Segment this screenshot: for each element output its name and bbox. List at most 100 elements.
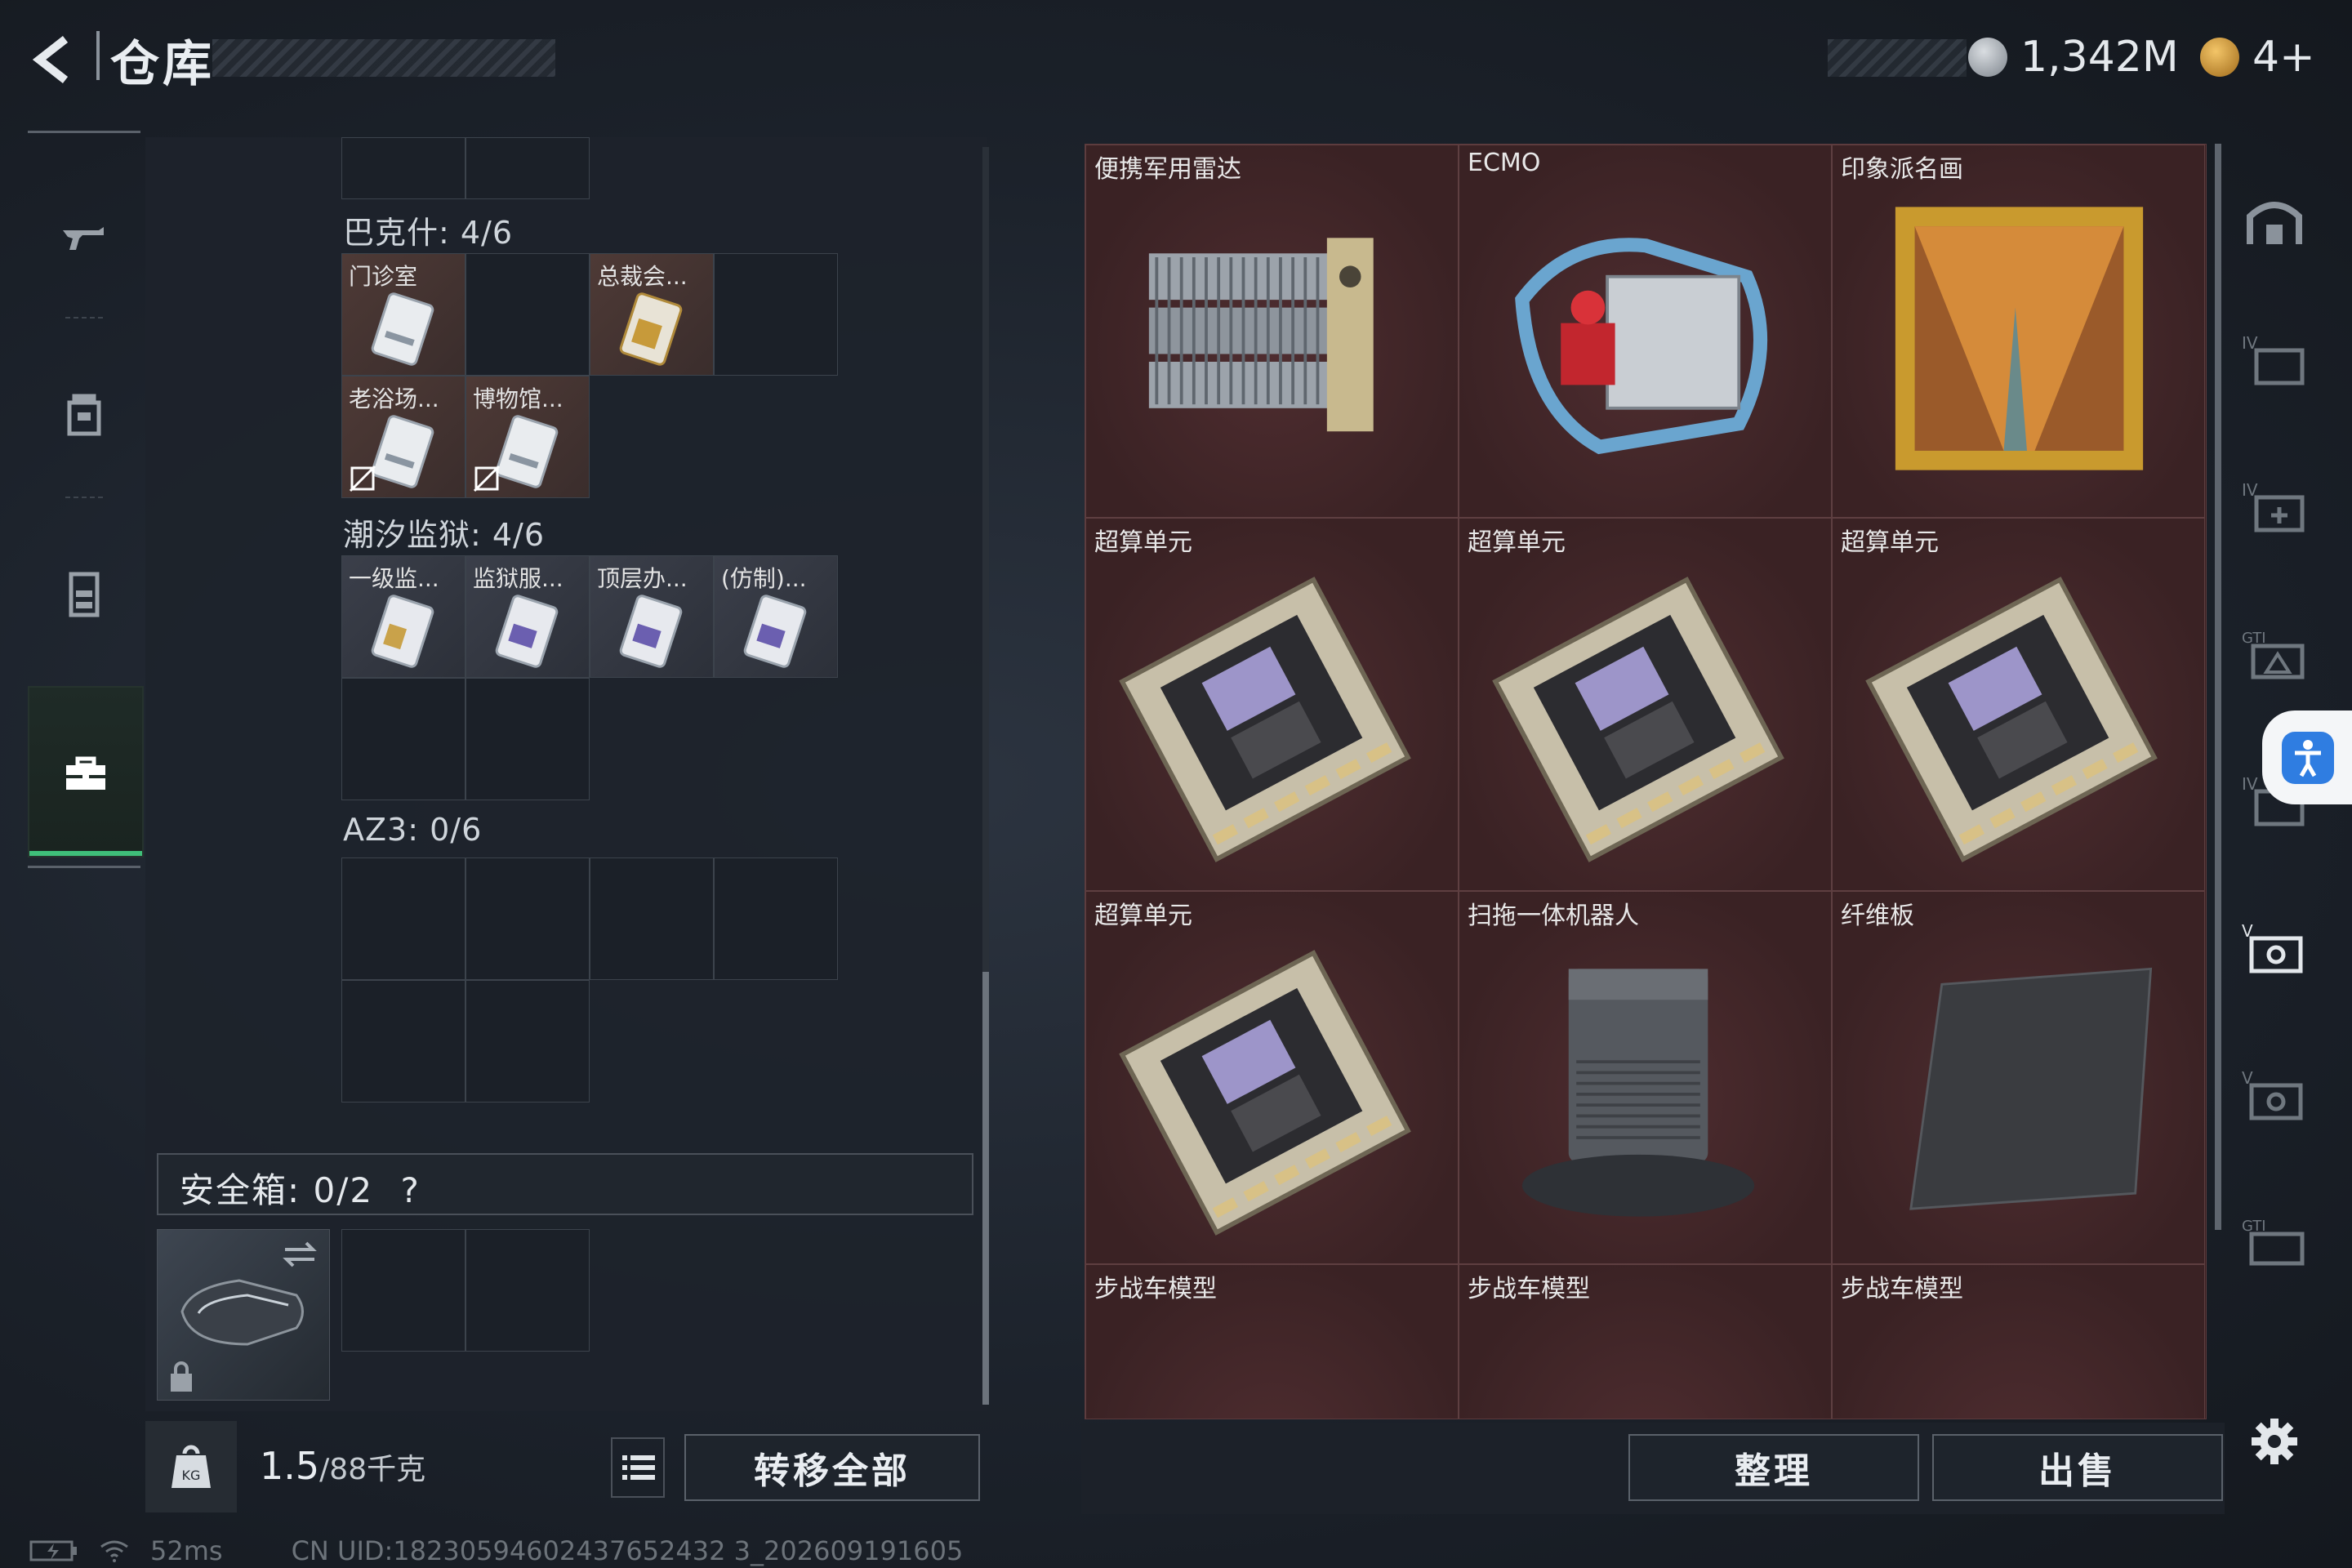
empty-slot[interactable] (466, 1229, 590, 1352)
gear-case-icon: V (2242, 921, 2303, 973)
empty-slot[interactable] (341, 980, 466, 1102)
list-view-button[interactable] (611, 1437, 665, 1498)
no-transfer-icon (473, 465, 501, 492)
medical-case-icon: IV (2242, 480, 2305, 532)
az3-key-grid (341, 858, 838, 1102)
settings-button[interactable] (2238, 1405, 2311, 1478)
previous-grid-tail (341, 137, 590, 199)
key-card[interactable]: 总裁会... (590, 253, 714, 376)
active-indicator (29, 851, 142, 856)
safe-box-pouch[interactable] (157, 1229, 330, 1401)
keycard-icon (743, 595, 807, 668)
key-card[interactable]: 一级监... (341, 555, 466, 678)
empty-slot[interactable] (341, 858, 466, 980)
weight-readout: 1.5/88千克 (260, 1444, 426, 1488)
stash-item-compute-unit[interactable]: 超算单元 (1085, 891, 1459, 1264)
case-panel: 巴克什: 4/6 门诊室 总裁会... 老浴场... 博物馆... 潮汐监狱: … (145, 137, 987, 1411)
pouch-icon (180, 1279, 304, 1346)
case-scroll-thumb[interactable] (982, 972, 989, 1405)
tidal-prison-key-grid: 一级监... 监狱服... 顶层办... (仿制)... (341, 555, 838, 800)
stash-item-fiber-board[interactable]: 纤维板 (1832, 891, 2205, 1264)
empty-slot[interactable] (466, 137, 590, 199)
key-card[interactable]: 博物馆... (466, 376, 590, 498)
stash-item-robot-vacuum[interactable]: 扫拖一体机器人 (1459, 891, 1832, 1264)
keycard-icon (619, 595, 683, 668)
rail-tab-case[interactable] (28, 686, 144, 858)
rail-tab-weapons[interactable] (28, 151, 140, 324)
item-name: 便携军用雷达 (1094, 155, 1241, 184)
svg-text:KG: KG (182, 1468, 201, 1483)
page-title: 仓库 (110, 36, 215, 93)
transfer-all-button[interactable]: 转移全部 (684, 1434, 980, 1501)
stash-item-ecmo[interactable]: ECMO (1459, 145, 1832, 518)
empty-slot[interactable] (341, 1229, 466, 1352)
lock-icon (171, 1361, 192, 1392)
item-name: ECMO (1468, 149, 1541, 177)
storage-folder-icon: IV (2242, 333, 2305, 385)
compute-unit-icon (1865, 577, 2158, 862)
ammo-case-icon: GTI (2242, 630, 2305, 679)
empty-slot[interactable] (466, 980, 590, 1102)
stash-item-compute-unit[interactable]: 超算单元 (1085, 518, 1459, 891)
key-card[interactable]: 老浴场... (341, 376, 466, 498)
stash-tab-iv-folder[interactable]: IV (2238, 323, 2311, 396)
sell-button[interactable]: 出售 (1932, 1434, 2223, 1501)
item-name: 印象派名画 (1841, 155, 1963, 184)
stash-item-compute-unit[interactable]: 超算单元 (1459, 518, 1832, 891)
stash-tab-gti-ammo[interactable]: GTI (2238, 617, 2311, 690)
no-transfer-icon (349, 465, 376, 492)
title-divider (96, 31, 100, 80)
empty-slot[interactable] (466, 253, 590, 376)
empty-slot[interactable] (590, 858, 714, 980)
empty-slot[interactable] (341, 678, 466, 800)
sort-button[interactable]: 整理 (1628, 1434, 1919, 1501)
empty-slot[interactable] (714, 253, 838, 376)
gear-icon (2252, 1419, 2297, 1464)
silver-coin-icon (1968, 38, 2007, 77)
empty-slot[interactable] (466, 678, 590, 800)
key-card[interactable]: 监狱服... (466, 555, 590, 678)
gold-coin-icon (2200, 38, 2239, 77)
stash-item-ifv-model[interactable]: 步战车模型 (1085, 1264, 1459, 1419)
ifv-model-icon (1102, 1303, 1443, 1419)
stash-item-compute-unit[interactable]: 超算单元 (1832, 518, 2205, 891)
stash-tab-v-case[interactable]: V (2238, 1058, 2311, 1131)
keycard-icon (371, 595, 434, 668)
accessibility-icon (2282, 732, 2334, 784)
rail-tab-backpack[interactable] (28, 327, 140, 500)
key-card[interactable]: 门诊室 (341, 253, 466, 376)
help-icon[interactable]: ? (400, 1170, 420, 1210)
stash-tab-gti-case[interactable]: GTI (2238, 1205, 2311, 1278)
item-name: 超算单元 (1841, 528, 1939, 557)
stash-item-radar[interactable]: 便携军用雷达 (1085, 145, 1459, 518)
gear-case-icon: V (2242, 1068, 2303, 1120)
stash-scroll-thumb[interactable] (2215, 144, 2221, 1230)
painting-icon (1895, 207, 2144, 470)
empty-slot[interactable] (466, 858, 590, 980)
currency-primary[interactable]: 1,342M (1968, 31, 2179, 83)
rail-tab-vest[interactable] (28, 506, 140, 679)
compute-unit-icon (1119, 950, 1411, 1236)
empty-slot[interactable] (341, 137, 466, 199)
stash-item-ifv-model[interactable]: 步战车模型 (1832, 1264, 2205, 1419)
key-card[interactable]: (仿制)... (714, 555, 838, 678)
item-name: 步战车模型 (1468, 1275, 1590, 1303)
accessibility-button[interactable] (2262, 710, 2352, 804)
weight-indicator: KG (145, 1421, 237, 1512)
stash-tab-v-gear[interactable]: V (2238, 911, 2311, 984)
key-card[interactable]: 顶层办... (590, 555, 714, 678)
swap-icon[interactable] (280, 1238, 319, 1271)
item-name: 超算单元 (1468, 528, 1566, 557)
stash-tab-iv-medical[interactable]: IV (2238, 470, 2311, 543)
gold-keycard-icon (619, 292, 683, 366)
ifv-model-icon (1849, 1303, 2189, 1419)
empty-slot[interactable] (714, 858, 838, 980)
weight-icon: KG (172, 1445, 211, 1488)
currency-secondary[interactable]: 4+ (2200, 31, 2315, 83)
stash-tab-all[interactable] (2238, 184, 2311, 257)
keycard-icon (371, 415, 434, 488)
compute-unit-icon (1119, 577, 1411, 862)
back-arrow-icon[interactable] (24, 31, 82, 88)
stash-item-ifv-model[interactable]: 步战车模型 (1459, 1264, 1832, 1419)
stash-item-painting[interactable]: 印象派名画 (1832, 145, 2205, 518)
